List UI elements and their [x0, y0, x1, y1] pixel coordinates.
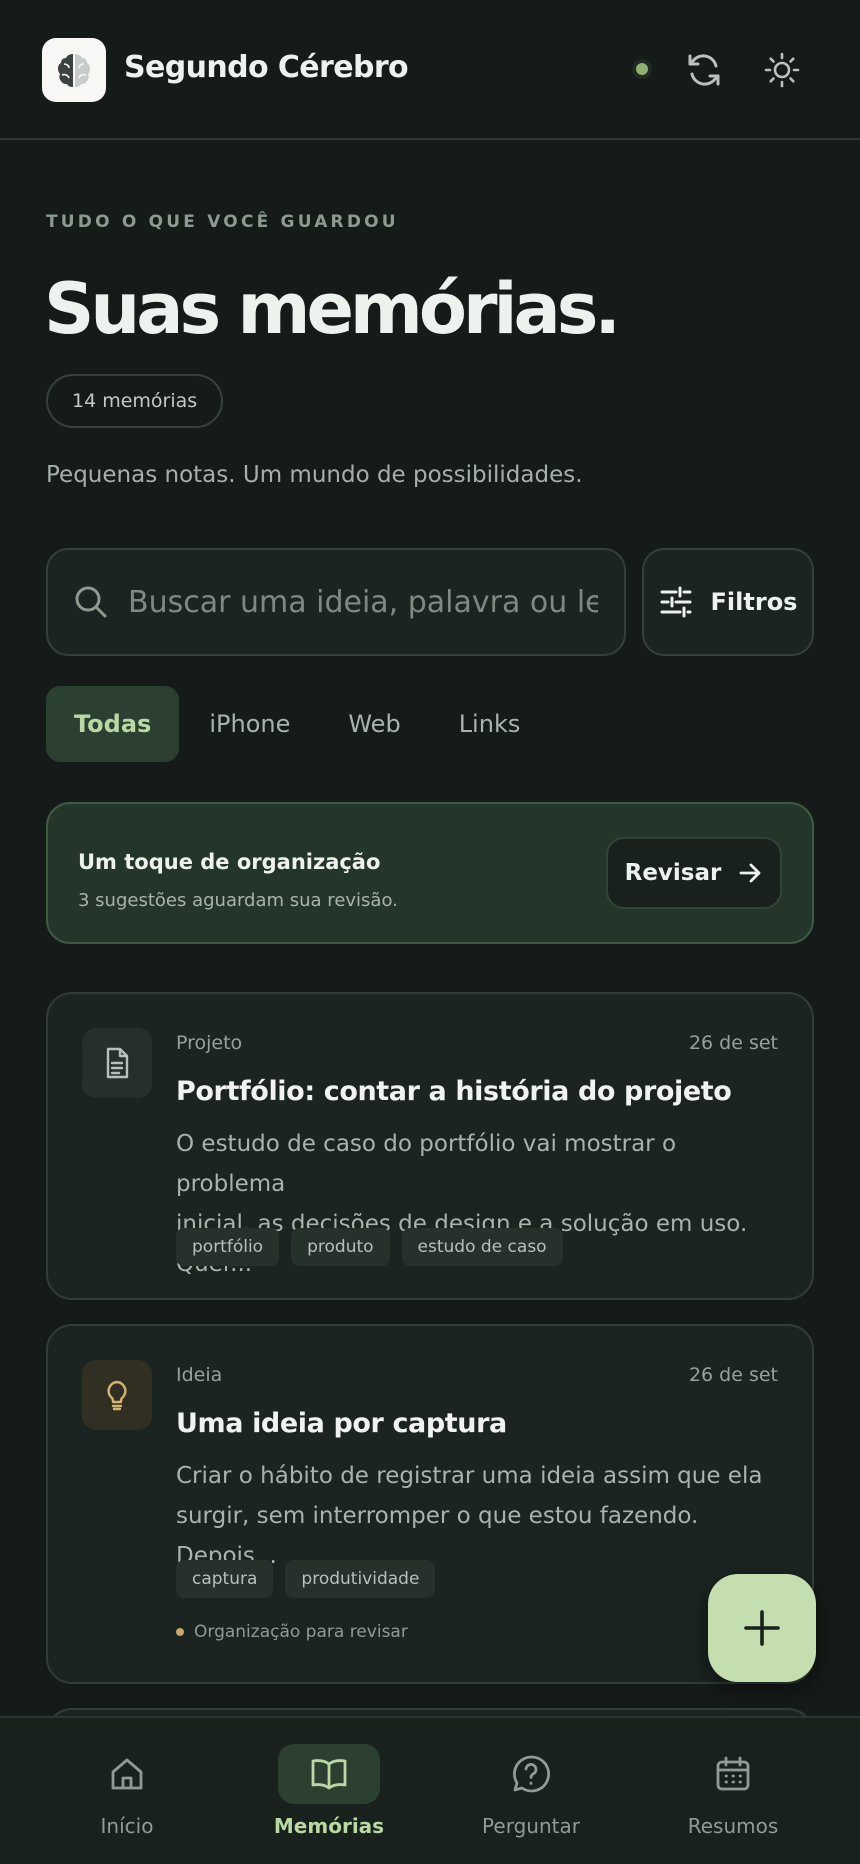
tag-chip[interactable]: captura — [176, 1560, 274, 1598]
tag-chip[interactable]: produtividade — [285, 1560, 436, 1598]
filters-label: Filtros — [710, 588, 798, 616]
card-excerpt: Criar o hábito de registrar uma ideia as… — [176, 1456, 776, 1576]
review-label: Revisar — [624, 860, 722, 886]
nav-item-resumos[interactable]: Resumos — [633, 1718, 833, 1864]
tag-chip[interactable]: produto — [291, 1228, 390, 1266]
card-date: 26 de set — [688, 1032, 778, 1054]
nav-item-perguntar[interactable]: Perguntar — [431, 1718, 631, 1864]
tag-chip[interactable]: estudo de caso — [401, 1228, 563, 1266]
card-kind: Projeto — [176, 1032, 243, 1054]
bottom-navigation: Início Memórias Perguntar Resumos — [0, 1716, 860, 1864]
lightbulb-icon — [82, 1360, 152, 1430]
nav-item-memorias[interactable]: Memórias — [229, 1718, 429, 1864]
card-tags: captura produtividade — [176, 1560, 436, 1598]
home-icon — [76, 1744, 178, 1804]
review-note: Organização para revisar — [176, 1622, 408, 1642]
top-header: Segundo Cérebro — [0, 0, 860, 140]
page-tagline: Pequenas notas. Um mundo de possibilidad… — [46, 462, 583, 488]
book-icon — [278, 1744, 380, 1804]
source-tabs: Todas iPhone Web Links — [46, 686, 550, 762]
add-memory-button[interactable] — [708, 1574, 816, 1682]
arrow-right-icon — [739, 863, 761, 883]
sync-icon — [688, 54, 720, 86]
calendar-icon — [682, 1744, 784, 1804]
document-icon — [82, 1028, 152, 1098]
sliders-icon — [660, 586, 692, 618]
memory-card[interactable]: Projeto 26 de set Portfólio: contar a hi… — [46, 992, 814, 1300]
sun-icon — [764, 52, 800, 88]
nav-label: Início — [100, 1814, 154, 1838]
nav-item-inicio[interactable]: Início — [27, 1718, 227, 1864]
question-icon — [480, 1744, 582, 1804]
organization-suggestion-banner: Um toque de organização 3 sugestões agua… — [46, 802, 814, 944]
plus-icon — [744, 1610, 780, 1646]
tab-web[interactable]: Web — [320, 686, 428, 762]
review-note-text: Organização para revisar — [194, 1622, 408, 1642]
card-tags: portfólio produto estudo de caso — [176, 1228, 563, 1266]
card-date: 26 de set — [688, 1364, 778, 1386]
card-title: Uma ideia por captura — [176, 1408, 507, 1439]
card-kind: Ideia — [176, 1364, 223, 1386]
filters-button[interactable]: Filtros — [642, 548, 814, 656]
search-input[interactable] — [128, 584, 598, 620]
pending-dot-icon — [176, 1628, 184, 1636]
page-title: Suas memórias. — [44, 268, 621, 350]
card-excerpt-line: O estudo de caso do portfólio vai mostra… — [176, 1131, 677, 1197]
tab-iphone[interactable]: iPhone — [181, 686, 318, 762]
card-title: Portfólio: contar a história do projeto — [176, 1076, 732, 1107]
theme-toggle-button[interactable] — [756, 44, 808, 96]
section-eyebrow: TUDO O QUE VOCÊ GUARDOU — [46, 212, 399, 232]
card-excerpt-line: Criar o hábito de registrar uma ideia as… — [176, 1463, 763, 1489]
tag-chip[interactable]: portfólio — [176, 1228, 280, 1266]
tab-todas[interactable]: Todas — [46, 686, 180, 762]
banner-title: Um toque de organização — [78, 850, 381, 874]
app-screen: Segundo Cérebro TUDO O QUE VOCÊ GUARDOU … — [0, 0, 860, 1864]
sync-status-indicator — [636, 63, 648, 75]
memory-card[interactable]: Ideia 26 de set Uma ideia por captura Cr… — [46, 1324, 814, 1684]
nav-label: Memórias — [273, 1814, 385, 1838]
banner-subtitle: 3 sugestões aguardam sua revisão. — [78, 890, 398, 911]
review-button[interactable]: Revisar — [606, 837, 782, 909]
nav-label: Resumos — [687, 1814, 779, 1838]
brain-icon[interactable] — [42, 38, 106, 102]
tab-links[interactable]: Links — [431, 686, 549, 762]
search-bar[interactable] — [46, 548, 626, 656]
search-icon — [75, 586, 107, 618]
app-title: Segundo Cérebro — [124, 50, 409, 85]
nav-label: Perguntar — [482, 1814, 580, 1838]
sync-button[interactable] — [678, 44, 730, 96]
memory-count-badge: 14 memórias — [46, 374, 224, 428]
